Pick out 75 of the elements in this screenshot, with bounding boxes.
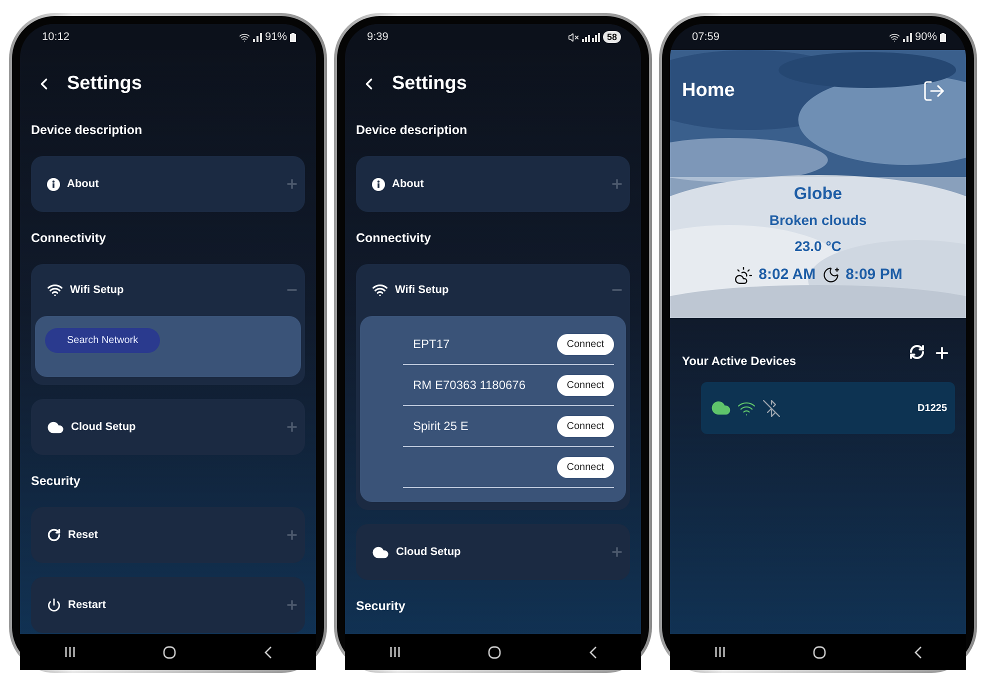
logout-icon[interactable] (922, 79, 946, 103)
section-heading: Connectivity (31, 230, 108, 246)
settings-card[interactable]: Cloud Setup (356, 524, 630, 580)
device-card[interactable]: D1225 (701, 382, 955, 434)
add-icon[interactable] (933, 344, 951, 362)
settings-label: Cloud Setup (71, 421, 137, 433)
power-icon (47, 598, 61, 612)
info-icon (372, 178, 385, 190)
section-heading: Device description (356, 122, 468, 138)
section-heading: Connectivity (356, 230, 432, 246)
section-heading: Security (31, 473, 82, 489)
reset-icon (47, 528, 61, 542)
recents-icon[interactable] (388, 646, 401, 658)
network-name: Spirit 25 E (412, 419, 470, 433)
battery-percent: 91% (264, 31, 287, 43)
home-icon[interactable] (488, 646, 502, 658)
settings-label: Cloud Setup (396, 546, 462, 558)
sunrise-time: 8:02 AM (758, 265, 816, 285)
sunset-time: 8:09 PM (846, 265, 902, 285)
wifi-icon (888, 32, 900, 42)
device-name: D1225 (918, 402, 947, 414)
settings-card[interactable]: About (31, 156, 305, 212)
weather-condition: Broken clouds (769, 211, 867, 230)
home-icon[interactable] (163, 646, 176, 658)
settings-card[interactable]: About (356, 156, 630, 212)
settings-label: Reset (68, 529, 99, 541)
search-network-button[interactable]: Search Network (45, 328, 160, 353)
section-heading: Security (356, 598, 406, 614)
settings-label: Wifi Setup (70, 284, 125, 296)
settings-card[interactable]: Restart (31, 577, 305, 633)
network-name: RM E70363 1180676 (412, 378, 527, 392)
section-heading: Your Active Devices (682, 354, 796, 368)
wifi-icon (372, 282, 388, 298)
temperature: 23.0 °C (794, 237, 842, 256)
wifi-icon (47, 282, 63, 298)
screen-title: Home (682, 80, 735, 102)
home-icon[interactable] (813, 646, 826, 658)
settings-label: Wifi Setup (395, 284, 450, 296)
connect-button[interactable]: Connect (556, 416, 614, 436)
settings-card[interactable]: Cloud Setup (31, 399, 305, 455)
screen-title: Settings (392, 73, 467, 95)
back-icon[interactable] (264, 646, 272, 658)
settings-label: About (392, 178, 425, 190)
mute-icon (568, 32, 579, 42)
sunrise-icon (734, 266, 753, 284)
settings-card[interactable]: Reset (31, 507, 305, 563)
recents-icon[interactable] (714, 646, 726, 658)
back-icon[interactable] (589, 646, 598, 658)
recents-icon[interactable] (64, 646, 76, 658)
status-time: 07:59 (692, 31, 720, 43)
signal-icon (902, 32, 912, 42)
battery-percent: 90% (914, 31, 937, 43)
battery-icon (940, 32, 946, 42)
wifi-icon (238, 32, 250, 42)
status-time: 10:12 (42, 31, 70, 43)
signal-icon (582, 32, 600, 42)
sunset-icon (822, 266, 840, 284)
settings-label: About (67, 178, 100, 190)
battery-badge: 58 (602, 31, 621, 43)
connect-button[interactable]: Connect (556, 456, 614, 478)
connect-button[interactable]: Connect (556, 334, 614, 354)
back-icon[interactable] (914, 646, 922, 658)
network-name: EPT17 (412, 337, 451, 351)
signal-icon (252, 32, 262, 42)
battery-icon (290, 32, 296, 42)
settings-label: Restart (68, 599, 107, 611)
info-icon (47, 178, 60, 190)
settings-card[interactable]: Wifi Setup Search Network (31, 264, 305, 385)
status-time: 9:39 (367, 31, 388, 43)
section-heading: Device description (31, 122, 144, 138)
location-name: Globe (794, 183, 842, 205)
refresh-icon[interactable] (909, 344, 925, 360)
screen-title: Settings (67, 73, 142, 95)
connect-button[interactable]: Connect (556, 374, 614, 396)
settings-card[interactable]: Wifi Setup EPT17 Connect RM E70363 1180676 Connect Spirit 25 E Connect Connect (356, 264, 630, 510)
